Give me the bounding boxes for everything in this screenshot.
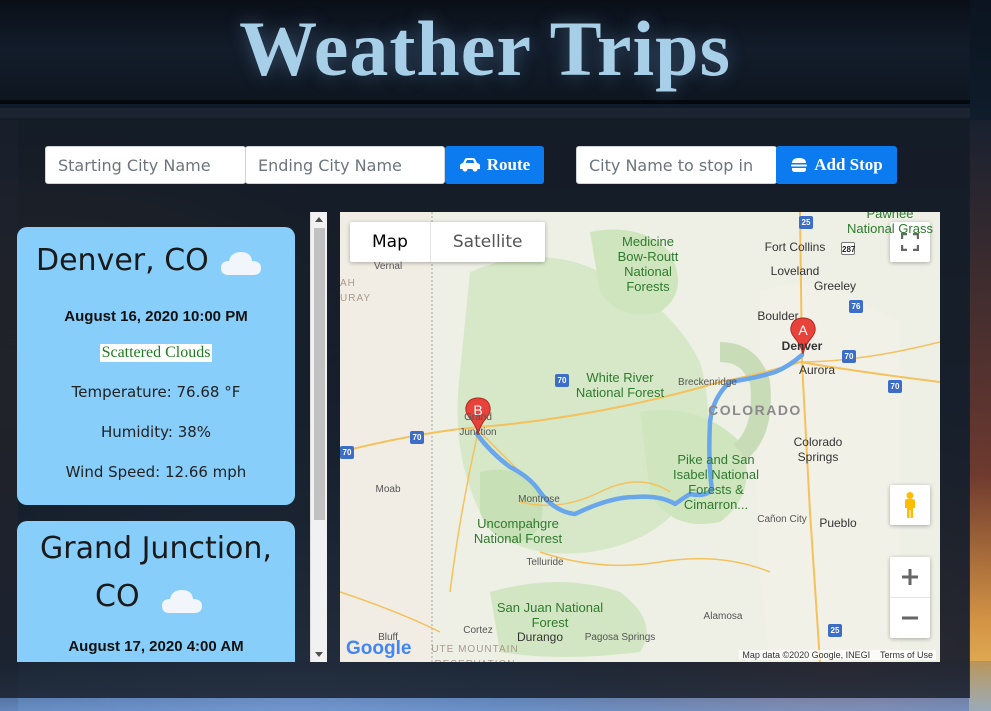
map-label: Pike and San Isabel National Forests & C… bbox=[673, 452, 759, 512]
scroll-down-arrow-icon[interactable] bbox=[315, 652, 323, 657]
map-label: Pawnee National Grass bbox=[847, 212, 933, 236]
map-label: Fort Collins bbox=[764, 240, 826, 254]
starting-city-input[interactable] bbox=[45, 146, 246, 184]
map-label: Telluride bbox=[526, 557, 564, 568]
interstate-shield-icon: 76 bbox=[849, 300, 863, 313]
map-label: Pagosa Springs bbox=[584, 632, 656, 643]
marker-a-label: A bbox=[798, 322, 808, 338]
car-icon bbox=[459, 158, 480, 172]
map-label: Moab bbox=[375, 484, 401, 495]
map-label: Colorado Springs bbox=[793, 435, 843, 464]
interstate-shield-icon: 25 bbox=[799, 216, 813, 229]
card-date: August 17, 2020 4:00 AM bbox=[68, 638, 244, 655]
weather-card: Grand Junction, CO August 17, 2020 4:00 … bbox=[17, 521, 295, 662]
map-tab-satellite[interactable]: Satellite bbox=[431, 222, 545, 262]
map-label: Greeley bbox=[813, 279, 857, 293]
interstate-shield-icon: 25 bbox=[828, 624, 842, 637]
map-label: Aurora bbox=[798, 363, 836, 377]
map-label: Pueblo bbox=[819, 516, 857, 530]
add-stop-button[interactable]: Add Stop bbox=[776, 146, 897, 184]
route-map[interactable]: Map Satellite A B 25 76 70 70 70 70 70 2… bbox=[340, 212, 940, 662]
weather-list[interactable]: Denver, CO August 16, 2020 10:00 PM Scat… bbox=[12, 212, 327, 662]
card-humidity: Humidity: 38% bbox=[100, 423, 212, 441]
map-label: Cortez bbox=[463, 625, 493, 636]
weather-card: Denver, CO August 16, 2020 10:00 PM Scat… bbox=[17, 227, 295, 505]
state-label: COLORADO bbox=[708, 402, 802, 418]
map-label: Loveland bbox=[770, 264, 820, 278]
interstate-shield-icon: 70 bbox=[340, 446, 354, 459]
zoom-in-button[interactable] bbox=[890, 558, 930, 598]
map-attribution: Map data ©2020 Google, INEGI Terms of Us… bbox=[739, 650, 936, 660]
card-city: Denver, CO bbox=[36, 243, 209, 278]
weather-list-scrollbar[interactable] bbox=[310, 212, 327, 662]
plus-icon bbox=[902, 569, 918, 585]
google-logo: Google bbox=[346, 638, 411, 660]
card-city: Grand Junction, bbox=[40, 531, 272, 566]
map-label: White River National Forest bbox=[575, 370, 665, 400]
page-title: Weather Trips bbox=[239, 5, 731, 92]
minus-icon bbox=[902, 616, 918, 619]
pegman-icon bbox=[905, 492, 915, 518]
cloud-icon bbox=[221, 252, 261, 275]
map-label: Breckenridge bbox=[678, 377, 737, 388]
scrollbar-thumb[interactable] bbox=[314, 228, 325, 520]
map-label: Boulder bbox=[757, 309, 799, 323]
map-label: UTE MOUNTAIN RESERVATION bbox=[431, 644, 519, 662]
zoom-controls bbox=[890, 557, 930, 638]
google-logo-text: Google bbox=[346, 638, 412, 659]
header-divider bbox=[0, 108, 970, 118]
map-tab-map[interactable]: Map bbox=[350, 222, 431, 262]
map-label: Denver bbox=[781, 339, 823, 353]
map-data-credit: Map data ©2020 Google, INEGI bbox=[742, 650, 871, 660]
scroll-up-arrow-icon[interactable] bbox=[315, 217, 323, 222]
map-label: Montrose bbox=[518, 494, 560, 505]
card-date: August 16, 2020 10:00 PM bbox=[64, 308, 248, 325]
card-temperature: Temperature: 76.68 °F bbox=[71, 383, 241, 401]
map-label: San Juan National Forest bbox=[496, 600, 604, 630]
map-label: Alamosa bbox=[703, 611, 743, 622]
background-light-right bbox=[969, 120, 991, 711]
cloud-icon bbox=[162, 590, 202, 613]
stop-city-input[interactable] bbox=[576, 146, 777, 184]
map-label: Cañon City bbox=[757, 514, 807, 525]
ending-city-input[interactable] bbox=[245, 146, 445, 184]
header: Weather Trips bbox=[0, 0, 970, 104]
card-city-state: CO bbox=[95, 579, 140, 614]
map-label: Vernal bbox=[373, 261, 403, 272]
card-wind-speed: Wind Speed: 12.66 mph bbox=[65, 463, 247, 481]
card-description: Scattered Clouds bbox=[99, 344, 213, 362]
hamburger-icon bbox=[791, 158, 808, 172]
map-type-tabs: Map Satellite bbox=[350, 222, 545, 262]
interstate-shield-icon: 70 bbox=[410, 431, 424, 444]
map-label: Grand Junction bbox=[459, 412, 497, 438]
add-stop-button-label: Add Stop bbox=[814, 155, 883, 174]
map-label: AH URAY bbox=[340, 278, 372, 304]
map-label: Uncompahgre National Forest bbox=[473, 516, 563, 546]
zoom-out-button[interactable] bbox=[890, 598, 930, 638]
street-view-button[interactable] bbox=[890, 485, 930, 525]
interstate-shield-icon: 70 bbox=[842, 350, 856, 363]
us-highway-shield-icon: 287 bbox=[841, 242, 855, 255]
map-label: Medicine Bow-Routt National Forests bbox=[617, 234, 679, 294]
interstate-shield-icon: 70 bbox=[888, 380, 902, 393]
terms-of-use-link[interactable]: Terms of Use bbox=[880, 650, 933, 660]
route-button[interactable]: Route bbox=[445, 146, 544, 184]
route-button-label: Route bbox=[486, 155, 531, 174]
